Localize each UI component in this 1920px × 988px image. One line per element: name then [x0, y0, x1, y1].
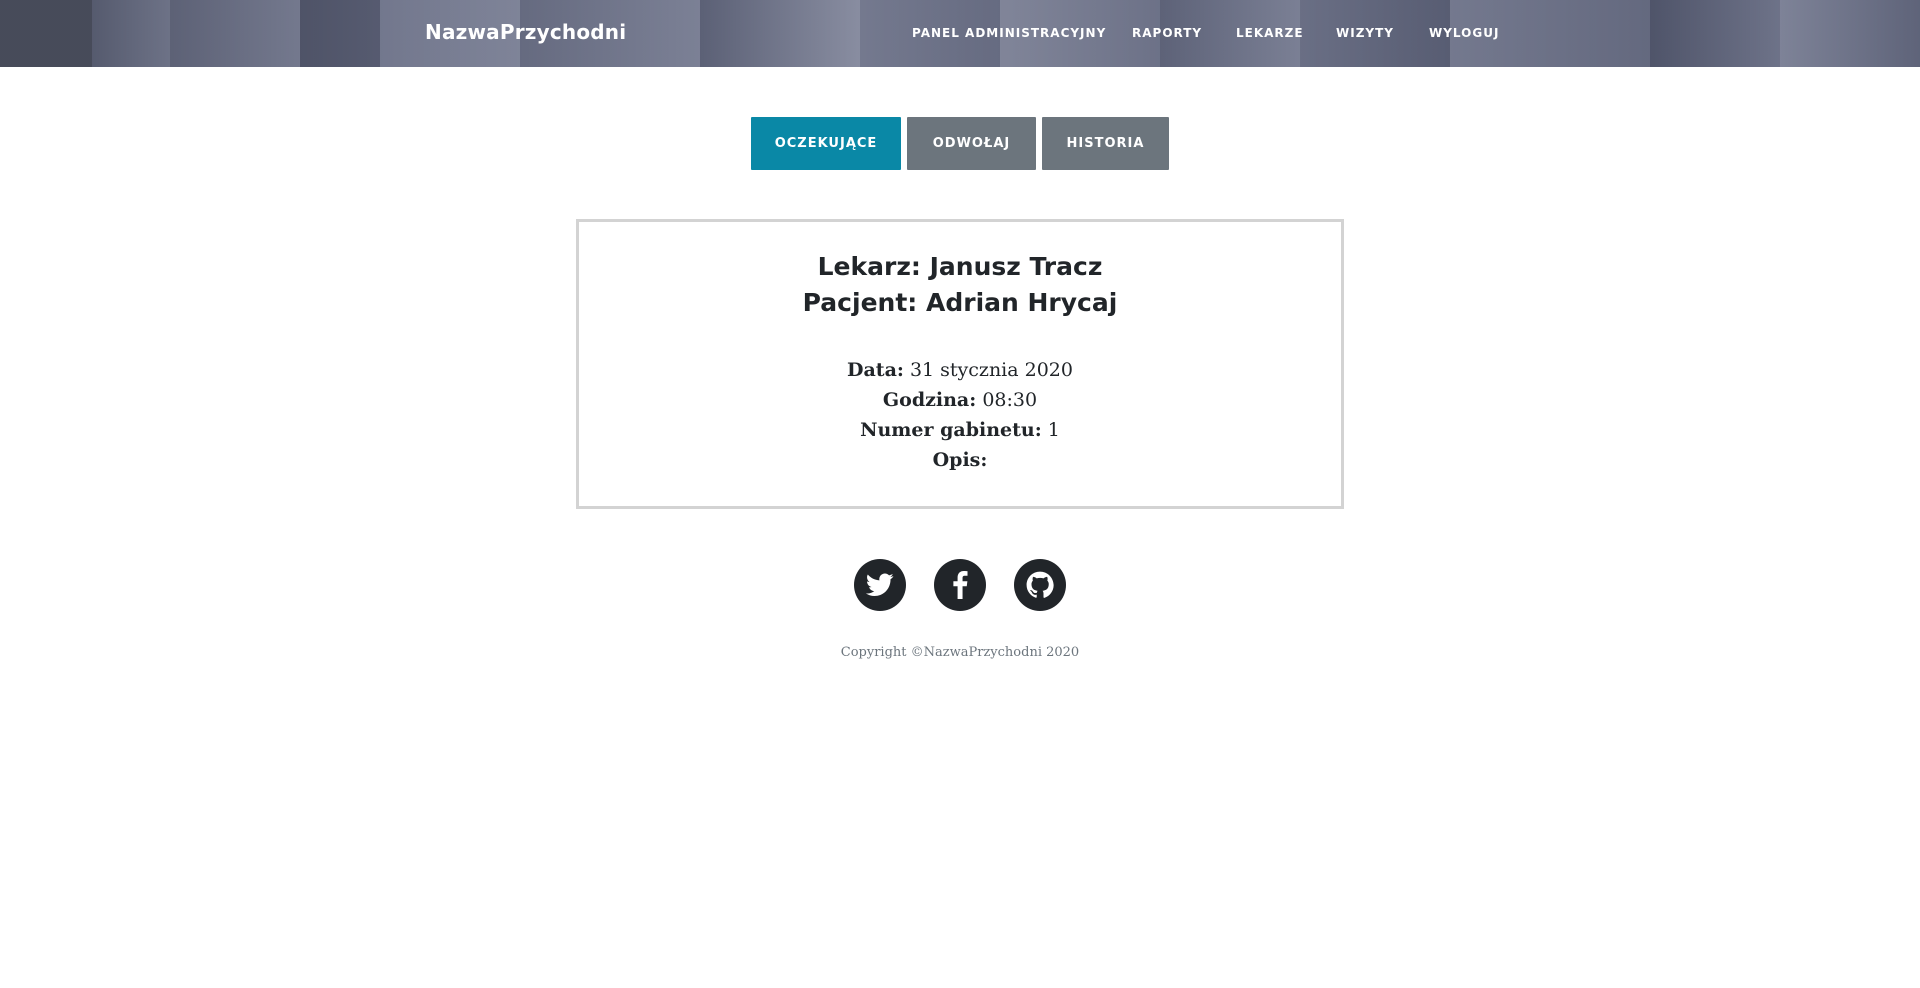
- visit-description-row: Opis:: [579, 449, 1341, 471]
- visit-date-row: Data: 31 stycznia 2020: [579, 359, 1341, 381]
- facebook-icon: [953, 571, 968, 599]
- navbar: NazwaPrzychodni Panel Administracyjny Ra…: [0, 0, 1920, 67]
- date-label: Data:: [847, 359, 904, 381]
- patient-name: Adrian Hrycaj: [926, 288, 1118, 317]
- room-value: 1: [1047, 419, 1060, 441]
- patient-heading: Pacjent: Adrian Hrycaj: [579, 288, 1341, 317]
- tab-pending[interactable]: Oczekujące: [751, 117, 901, 170]
- room-label: Numer gabinetu:: [860, 419, 1042, 441]
- time-value: 08:30: [982, 389, 1038, 411]
- visit-room-row: Numer gabinetu: 1: [579, 419, 1341, 441]
- nav-link-admin-panel[interactable]: Panel Administracyjny: [912, 26, 1106, 40]
- time-label: Godzina:: [882, 389, 977, 411]
- patient-label: Pacjent:: [802, 288, 918, 317]
- doctor-name: Janusz Tracz: [929, 252, 1103, 281]
- description-label: Opis:: [932, 449, 988, 471]
- copyright-text: Copyright ©NazwaPrzychodni 2020: [840, 645, 1080, 660]
- tab-history[interactable]: Historia: [1042, 117, 1169, 170]
- tab-cancel[interactable]: Odwołaj: [907, 117, 1036, 170]
- nav-link-reports[interactable]: Raporty: [1132, 26, 1202, 40]
- nav-link-logout[interactable]: Wyloguj: [1429, 26, 1499, 40]
- github-icon: [1026, 571, 1054, 598]
- visit-card: Lekarz: Janusz Tracz Pacjent: Adrian Hry…: [576, 219, 1344, 509]
- github-link[interactable]: [1014, 559, 1066, 611]
- nav-links: Panel Administracyjny Raporty Lekarze Wi…: [0, 0, 1920, 67]
- facebook-link[interactable]: [934, 559, 986, 611]
- nav-link-visits[interactable]: Wizyty: [1336, 26, 1394, 40]
- twitter-link[interactable]: [854, 559, 906, 611]
- nav-link-doctors[interactable]: Lekarze: [1236, 26, 1304, 40]
- doctor-label: Lekarz:: [817, 252, 921, 281]
- visit-time-row: Godzina: 08:30: [579, 389, 1341, 411]
- doctor-heading: Lekarz: Janusz Tracz: [579, 252, 1341, 281]
- date-value: 31 stycznia 2020: [909, 359, 1073, 381]
- twitter-icon: [866, 573, 894, 596]
